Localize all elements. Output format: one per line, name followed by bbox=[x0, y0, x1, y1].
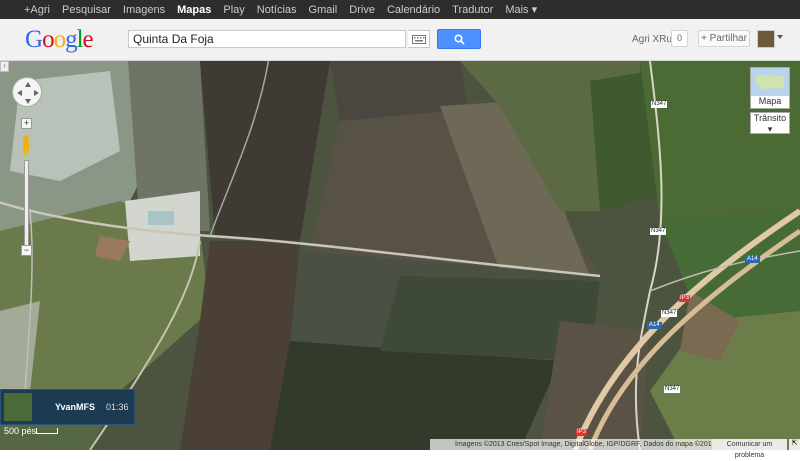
nav-mapas[interactable]: Mapas bbox=[177, 4, 211, 16]
map-layer-label[interactable]: Mapa bbox=[750, 96, 790, 106]
logo-letter: e bbox=[82, 26, 94, 53]
logo-letter: G bbox=[25, 26, 43, 53]
report-problem-link[interactable]: Comunicar um problema bbox=[712, 439, 787, 459]
world-map-icon bbox=[751, 68, 789, 96]
nav-noticias[interactable]: Notícias bbox=[257, 4, 297, 16]
sidebar-toggle-button[interactable]: › bbox=[0, 61, 9, 72]
top-navigation-bar: +Agri Pesquisar Imagens Mapas Play Notíc… bbox=[0, 0, 800, 19]
search-button[interactable] bbox=[437, 29, 481, 49]
photo-thumbnail[interactable] bbox=[4, 393, 32, 421]
photo-author[interactable]: YvanMFS bbox=[55, 402, 95, 412]
google-logo[interactable]: Google bbox=[25, 26, 94, 54]
highway-label-a14: A14 bbox=[745, 256, 760, 263]
map-attribution: Imagens ©2013 Cnes/Spot Image, DigitalGl… bbox=[430, 439, 712, 450]
zoom-in-button[interactable]: + bbox=[21, 118, 32, 129]
pan-arrows-icon bbox=[17, 82, 39, 104]
highway-label-a14: A14 bbox=[647, 322, 662, 329]
pegman-icon[interactable] bbox=[19, 134, 33, 156]
zoom-out-button[interactable]: − bbox=[21, 245, 32, 256]
share-button[interactable]: + Partilhar bbox=[698, 30, 750, 47]
road-label-n347: N347 bbox=[650, 228, 667, 235]
zoom-slider[interactable] bbox=[24, 160, 29, 246]
user-name[interactable]: Agri XRui bbox=[632, 34, 674, 45]
nav-pesquisar[interactable]: Pesquisar bbox=[62, 4, 111, 16]
expand-icon[interactable]: ⇱ bbox=[789, 439, 800, 450]
road-label-n347: N347 bbox=[664, 386, 681, 393]
notifications-count[interactable]: 0 bbox=[671, 30, 688, 47]
chevron-down-icon: ▾ bbox=[767, 124, 773, 134]
logo-letter: g bbox=[65, 26, 77, 53]
nav-agri[interactable]: +Agri bbox=[24, 4, 50, 16]
search-icon bbox=[453, 33, 465, 45]
logo-letter: o bbox=[42, 26, 54, 53]
nav-tradutor[interactable]: Tradutor bbox=[452, 4, 493, 16]
road-label-n347: N347 bbox=[651, 101, 668, 108]
highway-label-ip3: IP3 bbox=[576, 429, 588, 436]
avatar[interactable] bbox=[757, 30, 775, 48]
nav-mais[interactable]: Mais ▾ bbox=[505, 3, 537, 16]
logo-letter: o bbox=[53, 26, 66, 53]
nav-calendario[interactable]: Calendário bbox=[387, 4, 440, 16]
search-input[interactable] bbox=[128, 30, 406, 48]
nav-play[interactable]: Play bbox=[223, 4, 244, 16]
nav-gmail[interactable]: Gmail bbox=[309, 4, 338, 16]
nav-imagens[interactable]: Imagens bbox=[123, 4, 165, 16]
photo-time: 01:36 bbox=[106, 402, 129, 412]
nav-drive[interactable]: Drive bbox=[349, 4, 375, 16]
highway-label-ip3: IP3 bbox=[679, 295, 691, 302]
scale-bar bbox=[36, 428, 58, 434]
traffic-label: Trânsito bbox=[753, 113, 787, 123]
scale-label: 500 pés bbox=[4, 426, 37, 436]
header: Google Agri XRui 0 + Partilhar bbox=[0, 19, 800, 61]
keyboard-icon[interactable] bbox=[408, 30, 430, 48]
road-label-n347: N347 bbox=[661, 310, 678, 317]
traffic-toggle[interactable]: Trânsito ▾ bbox=[750, 112, 790, 134]
pan-control[interactable] bbox=[12, 77, 42, 107]
chevron-down-icon[interactable] bbox=[777, 35, 783, 39]
